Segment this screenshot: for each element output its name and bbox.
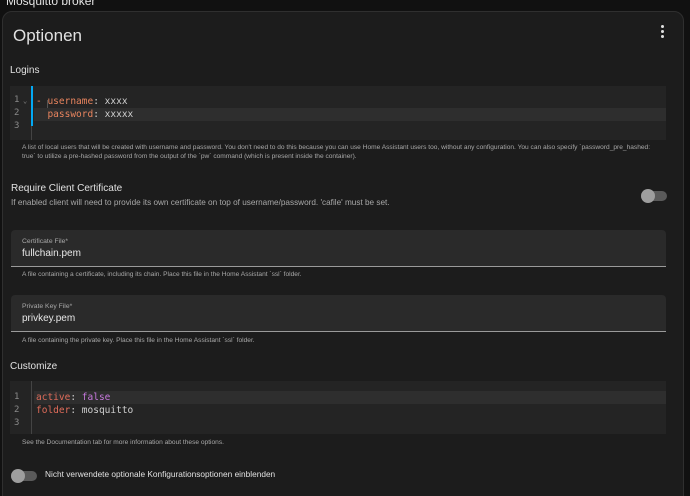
- code-line-1: active: false: [34, 391, 666, 404]
- certfile-value[interactable]: fullchain.pem: [22, 248, 81, 259]
- client-cert-title: Require Client Certificate: [11, 183, 123, 194]
- yaml-value: xxxx: [104, 96, 128, 107]
- show-optional-toggle[interactable]: [11, 469, 37, 483]
- certfile-helper-text: A file containing a certificate, includi…: [22, 271, 302, 278]
- line-number: 1: [14, 392, 20, 402]
- yaml-key: username: [47, 96, 94, 107]
- certfile-field[interactable]: Certificate File* fullchain.pem: [11, 230, 666, 267]
- editor-focus-bar: [31, 86, 33, 126]
- client-cert-toggle[interactable]: [641, 189, 667, 203]
- dots-vertical-icon[interactable]: [654, 22, 670, 40]
- customize-code-editor[interactable]: 1 2 3 active: false folder: mosquitto: [10, 381, 666, 434]
- yaml-value: xxxxx: [104, 109, 134, 120]
- yaml-key: password: [47, 109, 94, 120]
- card-title: Optionen: [13, 26, 82, 45]
- line-number: 3: [14, 418, 20, 428]
- logins-helper-text: A list of local users that will be creat…: [22, 144, 651, 160]
- line-number: 2: [14, 405, 20, 415]
- keyfile-value[interactable]: privkey.pem: [22, 313, 75, 324]
- yaml-value: mosquitto: [81, 405, 134, 416]
- yaml-key: folder: [36, 405, 71, 416]
- keyfile-helper-text: A file containing the private key. Place…: [22, 337, 255, 344]
- app-title: Mosquitto broker: [6, 0, 96, 8]
- logins-code-editor[interactable]: 1 ⌄ 2 3 - username: xxxx password: xxxxx: [10, 86, 666, 140]
- yaml-value: false: [81, 392, 111, 403]
- customize-label: Customize: [10, 361, 58, 372]
- client-cert-description: If enabled client will need to provide i…: [11, 198, 390, 207]
- keyfile-field[interactable]: Private Key File* privkey.pem: [11, 295, 666, 332]
- line-number: 2: [14, 108, 20, 118]
- code-line-1: - username: xxxx: [36, 96, 128, 107]
- code-line-2: password: xxxxx: [34, 108, 666, 121]
- fold-chevron-icon[interactable]: ⌄: [23, 97, 27, 105]
- keyfile-label: Private Key File*: [22, 303, 73, 310]
- show-optional-label: Nicht verwendete optionale Konfiguration…: [45, 469, 276, 479]
- customize-helper-text: See the Documentation tab for more infor…: [22, 439, 224, 446]
- logins-label: Logins: [10, 65, 40, 76]
- certfile-label: Certificate File*: [22, 238, 69, 245]
- line-number: 3: [14, 121, 20, 131]
- code-line-2: folder: mosquitto: [36, 405, 134, 416]
- yaml-key: active: [36, 392, 71, 403]
